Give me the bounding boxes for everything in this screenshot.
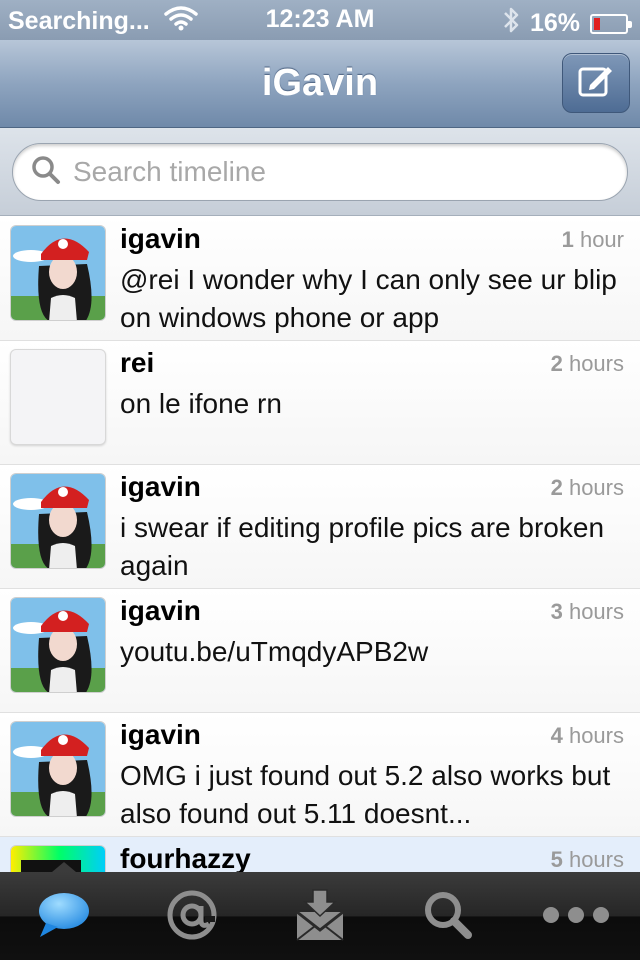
clock: 12:23 AM (265, 5, 375, 33)
tweet-text: @rei I wonder why I can only see ur blip… (120, 264, 617, 333)
speech-bubble-icon (36, 889, 92, 946)
avatar[interactable] (10, 721, 106, 817)
tweet-row[interactable]: igavin 2 hours i swear if editing profil… (0, 465, 640, 589)
magnifier-icon (422, 889, 474, 946)
battery-icon (590, 13, 632, 34)
tweet-timestamp: 5 hours (550, 847, 624, 872)
tab-search[interactable] (408, 884, 488, 950)
tweet-row[interactable]: igavin 1 hour @rei I wonder why I can on… (0, 217, 640, 341)
compose-icon (576, 61, 616, 106)
avatar[interactable] (10, 349, 106, 445)
tweet-text: on le ifone rn (120, 388, 282, 419)
tweet-timestamp: 1 hour (561, 227, 624, 252)
status-bar: Searching... 12:23 AM 16% (0, 0, 640, 40)
tweet-username[interactable]: igavin (120, 595, 201, 627)
tweet-username[interactable]: igavin (120, 223, 201, 255)
tweet-timestamp: 2 hours (550, 475, 624, 500)
compose-button[interactable] (562, 53, 630, 113)
tab-mentions[interactable] (152, 884, 232, 950)
battery-percent: 16% (529, 9, 580, 37)
avatar[interactable] (10, 225, 106, 321)
tweet-timestamp: 3 hours (550, 599, 624, 624)
tweet-username[interactable]: igavin (120, 471, 201, 503)
tweet-username[interactable]: igavin (120, 719, 201, 751)
avatar[interactable] (10, 597, 106, 693)
page-title: iGavin (261, 62, 379, 104)
tweet-text: youtu.be/uTmqdyAPB2w (120, 636, 429, 667)
bluetooth-icon (502, 5, 520, 42)
tweet-username[interactable]: rei (120, 347, 154, 379)
search-bar: Search timeline (0, 128, 640, 216)
tweet-timestamp: 2 hours (550, 351, 624, 376)
search-input[interactable]: Search timeline (12, 143, 628, 201)
avatar[interactable] (10, 473, 106, 569)
tweet-row[interactable]: igavin 4 hours OMG i just found out 5.2 … (0, 713, 640, 837)
tweet-timestamp: 4 hours (550, 723, 624, 748)
search-placeholder: Search timeline (73, 156, 266, 187)
tweet-row[interactable]: rei 2 hours on le ifone rn (0, 341, 640, 465)
at-sign-icon (165, 888, 219, 947)
tweet-row[interactable]: fourhazzy 5 hours (0, 837, 640, 873)
timeline-list[interactable]: igavin 1 hour @rei I wonder why I can on… (0, 217, 640, 873)
tab-timeline[interactable] (24, 884, 104, 950)
tweet-username[interactable]: fourhazzy (120, 843, 251, 873)
search-icon (31, 155, 61, 190)
tab-bar (0, 862, 640, 960)
ellipsis-icon (541, 905, 611, 930)
tweet-text: OMG i just found out 5.2 also works but … (120, 760, 611, 829)
nav-bar: iGavin (0, 40, 640, 128)
tweet-text: i swear if editing profile pics are brok… (120, 512, 605, 581)
tab-more[interactable] (536, 884, 616, 950)
inbox-envelope-icon (293, 888, 347, 947)
tweet-row[interactable]: igavin 3 hours youtu.be/uTmqdyAPB2w (0, 589, 640, 713)
tab-messages[interactable] (280, 884, 360, 950)
active-tab-indicator (52, 862, 76, 872)
